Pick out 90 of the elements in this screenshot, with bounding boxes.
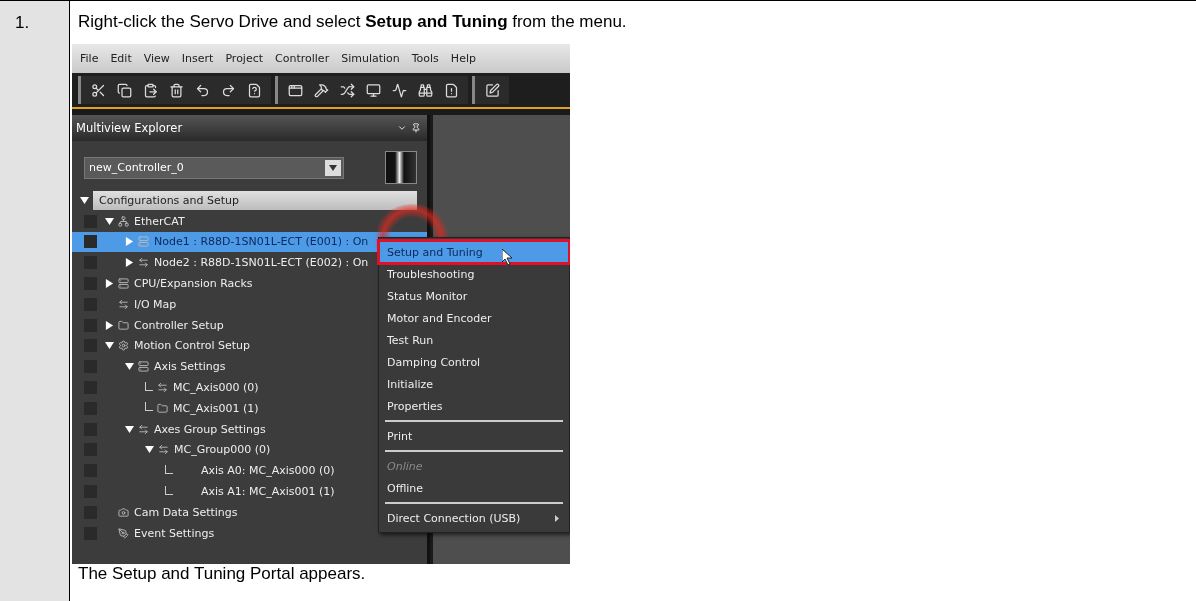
context-menu-item[interactable]: Initialize (379, 373, 569, 395)
tree-item[interactable]: Motion Control Setup (134, 339, 251, 353)
context-menu-item[interactable]: Damping Control (379, 351, 569, 373)
tree-item[interactable]: Controller Setup (134, 318, 224, 332)
dropdown-icon[interactable] (397, 123, 407, 133)
row-marker (84, 235, 97, 249)
dropdown-arrow-icon (329, 164, 337, 171)
node-icon (118, 278, 129, 290)
corner-connector (165, 464, 173, 474)
step-result: The Setup and Tuning Portal appears. (78, 564, 367, 584)
expanded-arrow-icon[interactable] (105, 216, 114, 226)
panel-title: Multiview Explorer (76, 121, 183, 135)
menu-item[interactable]: File (80, 52, 99, 65)
node-icon (118, 215, 129, 227)
expanded-arrow-icon[interactable] (105, 341, 114, 351)
expanded-arrow-icon[interactable] (125, 424, 134, 434)
shuffle-icon (339, 82, 355, 98)
undo-icon (194, 82, 210, 98)
warning-icon (443, 82, 459, 98)
node-icon (157, 382, 168, 394)
node-icon (138, 361, 149, 373)
pin-icon[interactable] (411, 123, 421, 133)
expanded-arrow-icon[interactable] (125, 362, 134, 372)
tree-item[interactable]: Axis A0: MC_Axis000 (0) (201, 464, 335, 478)
menu-item[interactable]: View (143, 52, 170, 65)
binoculars-icon (417, 82, 433, 98)
corner-connector (165, 485, 173, 495)
menu-item[interactable]: Tools (411, 52, 439, 65)
copy-icon (116, 82, 132, 98)
menu-item[interactable]: Project (225, 52, 264, 65)
tree-item[interactable]: Node2 : R88D-1SN01L-ECT (E002) : On (154, 256, 369, 270)
mouse-cursor-icon (502, 249, 514, 265)
collapsed-arrow-icon[interactable] (105, 320, 114, 330)
delete-icon (168, 82, 184, 98)
context-menu-item[interactable]: Troubleshooting (379, 263, 569, 285)
paste-icon (142, 82, 158, 98)
expanded-arrow-icon[interactable] (145, 445, 154, 455)
node-icon (138, 257, 149, 269)
collapsed-arrow-icon[interactable] (105, 279, 114, 289)
node-icon (158, 444, 169, 456)
context-menu-item[interactable]: Motor and Encoder (379, 307, 569, 329)
redo-icon (220, 82, 236, 98)
tree-item[interactable]: Event Settings (134, 526, 215, 540)
menu-item[interactable]: Controller (275, 52, 330, 65)
node-icon (138, 423, 149, 435)
tree-item[interactable]: MC_Group000 (0) (174, 443, 271, 457)
node-icon (118, 340, 129, 352)
controller-select[interactable]: new_Controller_0 (84, 156, 344, 179)
context-menu-item[interactable]: Test Run (379, 329, 569, 351)
collapsed-arrow-icon[interactable] (125, 258, 134, 268)
context-menu-item[interactable]: Direct Connection (USB) (379, 507, 569, 529)
corner-connector (145, 381, 153, 391)
context-menu-item[interactable]: Offline (379, 477, 569, 499)
step-number: 1. (15, 13, 30, 32)
node-icon (118, 527, 129, 539)
menu-item[interactable]: Insert (181, 52, 214, 65)
tree-item[interactable]: Cam Data Settings (134, 505, 238, 519)
tree-item[interactable]: CPU/Expansion Racks (134, 277, 253, 291)
tree-item[interactable]: Axes Group Settings (154, 422, 266, 436)
menu-item[interactable]: Edit (110, 52, 132, 65)
tree-item[interactable]: MC_Axis001 (1) (173, 401, 259, 415)
corner-connector (145, 402, 153, 412)
pulse-icon (391, 82, 407, 98)
help-icon (246, 82, 262, 98)
tree-root-item[interactable]: Configurations and Setup (93, 190, 417, 210)
node-icon (138, 236, 149, 248)
step-instruction: Right-click the Servo Drive and select Setup and Tuning from the menu. (78, 12, 628, 32)
node-icon (118, 506, 129, 518)
context-menu-item[interactable]: Properties (379, 395, 569, 417)
tree-item[interactable]: EtherCAT (134, 214, 185, 228)
tree-item[interactable]: I/O Map (134, 297, 177, 311)
context-menu-item[interactable]: Status Monitor (379, 285, 569, 307)
context-menu-item[interactable]: Print (379, 425, 569, 447)
node-icon (118, 319, 129, 331)
submenu-arrow-icon (555, 514, 559, 522)
menu-item[interactable]: Simulation (341, 52, 400, 65)
device-thumbnail[interactable] (385, 151, 417, 184)
window-icon (287, 82, 303, 98)
expanded-arrow-icon[interactable] (80, 195, 89, 205)
node-icon (157, 402, 168, 414)
monitor-icon (365, 82, 381, 98)
tree-item[interactable]: Axis A1: MC_Axis001 (1) (201, 485, 335, 499)
hammer-icon (313, 82, 329, 98)
edit-icon (484, 82, 500, 98)
node-icon (118, 298, 129, 310)
cut-icon (90, 82, 106, 98)
tree-item[interactable]: Axis Settings (154, 360, 226, 374)
menu-item[interactable]: Help (450, 52, 476, 65)
tree-item[interactable]: MC_Axis000 (0) (173, 381, 259, 395)
context-menu-item[interactable]: Setup and Tuning (379, 241, 569, 263)
